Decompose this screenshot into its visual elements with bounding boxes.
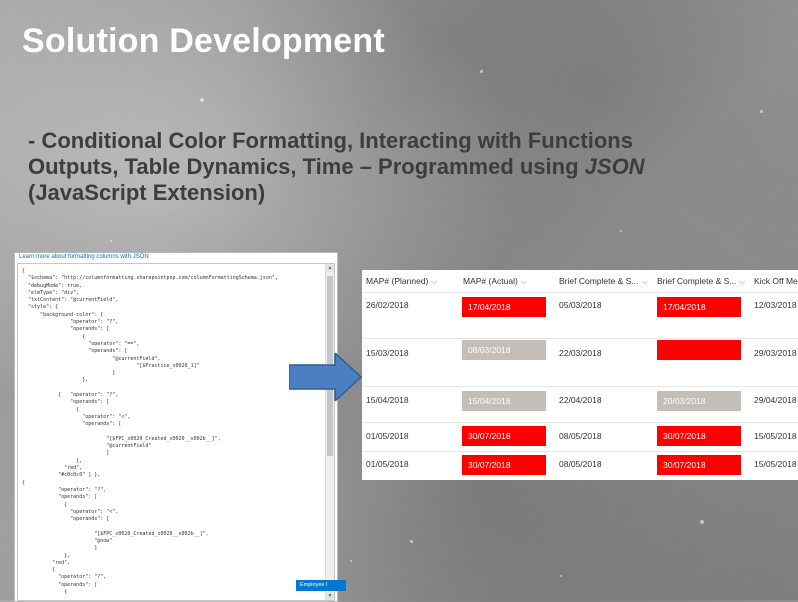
- right-arrow-icon: [289, 353, 363, 401]
- subtitle-line-2-text: Outputs, Table Dynamics, Time – Programm…: [28, 154, 585, 179]
- column-header-label: Brief Complete & S...: [559, 276, 639, 286]
- cell-map-planned: 01/05/2018: [366, 459, 409, 469]
- cell-map-actual: 17/04/2018: [462, 297, 546, 317]
- cell-map-planned: 15/03/2018: [366, 348, 409, 358]
- learn-more-link[interactable]: Learn more about formatting columns with…: [19, 254, 149, 260]
- employee-field-label: Employee I: [300, 582, 328, 588]
- sharepoint-list-table: MAP# (Planned) ⌵ MAP# (Actual) ⌵ Brief Com…: [362, 270, 798, 480]
- column-header-brief-complete-1[interactable]: Brief Complete & S... ⌵: [559, 276, 647, 287]
- cell-map-actual: 30/07/2018: [462, 426, 546, 446]
- table-row[interactable]: 01/05/2018 30/07/2018 08/05/2018 30/07/2…: [362, 422, 798, 452]
- scroll-down-icon[interactable]: ▼: [326, 592, 334, 600]
- table-row[interactable]: 26/02/2018 17/04/2018 05/03/2018 17/04/2…: [362, 292, 798, 339]
- cell-map-planned: 26/02/2018: [366, 300, 409, 310]
- cell-brief-complete-1: 22/03/2018: [559, 348, 602, 358]
- cell-brief-complete-1: 08/05/2018: [559, 431, 602, 441]
- cell-brief-complete-2: [657, 340, 741, 360]
- column-header-label: Kick Off Mee: [754, 276, 798, 286]
- cell-map-actual: 08/03/2018: [462, 340, 546, 360]
- cell-brief-complete-2: 30/07/2018: [657, 426, 741, 446]
- table-row[interactable]: 15/03/2018 08/03/2018 22/03/2018 29/03/2…: [362, 338, 798, 387]
- employee-field-badge[interactable]: Employee I: [296, 580, 346, 591]
- cell-brief-complete-1: 05/03/2018: [559, 300, 602, 310]
- cell-kick-off: 12/03/2018: [754, 300, 797, 310]
- cell-kick-off: 15/05/2018: [754, 459, 797, 469]
- column-header-map-actual[interactable]: MAP# (Actual) ⌵: [463, 276, 527, 287]
- column-header-label: MAP# (Actual): [463, 276, 518, 286]
- scroll-up-icon[interactable]: ▲: [326, 264, 334, 272]
- cell-map-planned: 01/05/2018: [366, 431, 409, 441]
- cell-brief-complete-2: 20/03/2018: [657, 391, 741, 411]
- column-header-label: MAP# (Planned): [366, 276, 429, 286]
- subtitle-line-2: Outputs, Table Dynamics, Time – Programm…: [28, 154, 728, 180]
- subtitle-line-1: - Conditional Color Formatting, Interact…: [28, 128, 633, 153]
- table-header: MAP# (Planned) ⌵ MAP# (Actual) ⌵ Brief Com…: [362, 270, 798, 293]
- column-header-kick-off[interactable]: Kick Off Mee: [754, 276, 798, 286]
- cell-kick-off: 29/04/2018: [754, 395, 797, 405]
- cell-brief-complete-2: 30/07/2018: [657, 455, 741, 475]
- slide-title: Solution Development: [22, 22, 385, 60]
- cell-kick-off: 29/03/2018: [754, 348, 797, 358]
- table-row[interactable]: 15/04/2018 15/04/2018 22/04/2018 20/03/2…: [362, 386, 798, 423]
- chevron-down-icon[interactable]: ⌵: [739, 277, 745, 286]
- json-code-textarea[interactable]: { "$schema": "http://columnformatting.sh…: [17, 263, 335, 601]
- json-code: { "$schema": "http://columnformatting.sh…: [22, 268, 278, 596]
- column-header-label: Brief Complete & S...: [657, 276, 737, 286]
- chevron-down-icon[interactable]: ⌵: [521, 277, 527, 286]
- chevron-down-icon[interactable]: ⌵: [431, 277, 437, 286]
- editor-scrollbar[interactable]: ▲ ▼: [325, 264, 334, 600]
- column-header-map-planned[interactable]: MAP# (Planned) ⌵: [366, 276, 437, 287]
- json-editor-panel: Learn more about formatting columns with…: [14, 252, 338, 602]
- cell-map-actual: 30/07/2018: [462, 455, 546, 475]
- cell-map-actual: 15/04/2018: [462, 391, 546, 411]
- cell-map-planned: 15/04/2018: [366, 395, 409, 405]
- subtitle-json-emphasis: JSON: [584, 154, 645, 179]
- table-row[interactable]: 01/05/2018 30/07/2018 08/05/2018 30/07/2…: [362, 451, 798, 480]
- cell-brief-complete-1: 08/05/2018: [559, 459, 602, 469]
- cell-brief-complete-1: 22/04/2018: [559, 395, 602, 405]
- slide-subtitle: - Conditional Color Formatting, Interact…: [28, 128, 728, 206]
- cell-kick-off: 15/05/2018: [754, 431, 797, 441]
- cell-brief-complete-2: 17/04/2018: [657, 297, 741, 317]
- subtitle-line-3: (JavaScript Extension): [28, 180, 266, 205]
- column-header-brief-complete-2[interactable]: Brief Complete & S... ⌵: [657, 276, 745, 287]
- chevron-down-icon[interactable]: ⌵: [641, 277, 647, 286]
